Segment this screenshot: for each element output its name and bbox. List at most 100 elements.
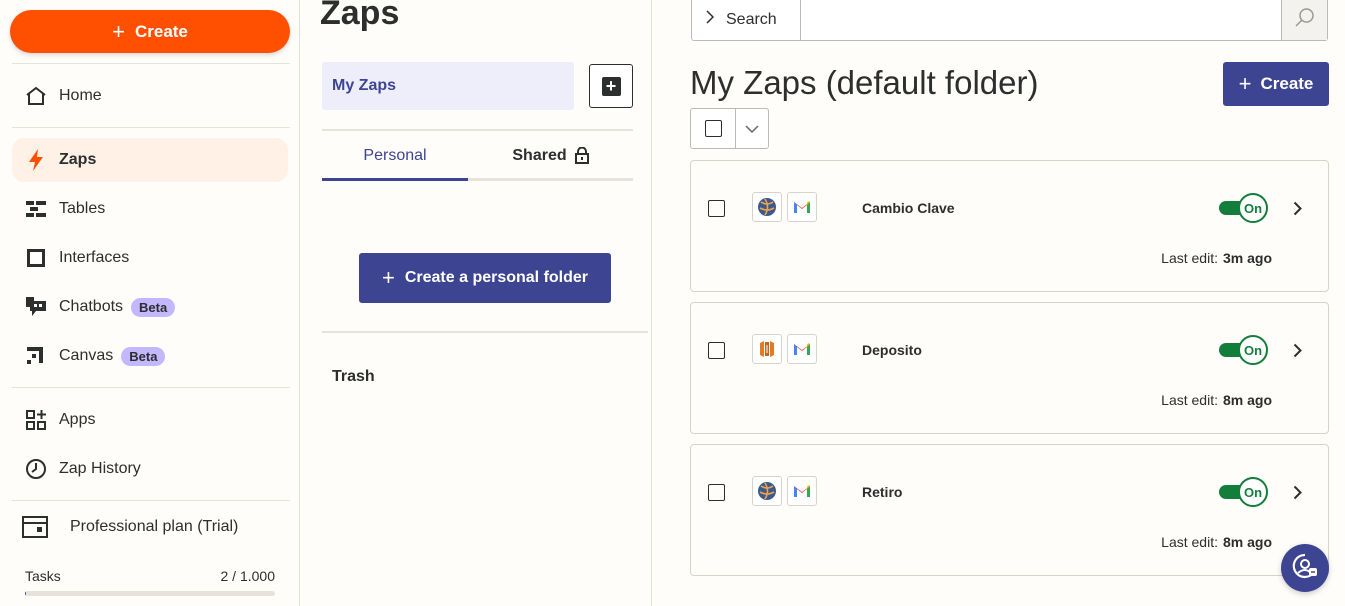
zap-card[interactable]: Retiro On Last edit: 8m ago xyxy=(690,444,1329,576)
last-edit: Last edit: 8m ago xyxy=(1161,534,1272,550)
divider xyxy=(12,500,290,501)
folder-title: My Zaps (default folder) xyxy=(690,64,1039,101)
checkbox-box xyxy=(704,120,722,137)
zap-checkbox[interactable] xyxy=(708,200,725,217)
zap-checkbox[interactable] xyxy=(708,484,725,501)
chevron-down-icon xyxy=(745,120,759,138)
zap-card[interactable]: Cambio Clave On Last edit: 3m ago xyxy=(690,160,1329,292)
add-folder-button[interactable]: + xyxy=(589,64,633,108)
folders-panel: Zaps My Zaps + Personal Shared + Create … xyxy=(300,0,652,606)
globe-app-icon xyxy=(752,192,782,222)
sidebar-item-label: Home xyxy=(59,87,102,104)
sidebar-create-button[interactable]: + Create xyxy=(10,10,290,53)
globe-app-icon xyxy=(752,476,782,506)
zap-card[interactable]: Deposito On Last edit: 8m ago xyxy=(690,302,1329,434)
lock-icon xyxy=(574,147,589,164)
chevron-right-icon[interactable] xyxy=(1287,480,1307,504)
plus-icon: + xyxy=(1238,71,1252,96)
help-chat-button[interactable] xyxy=(1281,544,1329,592)
home-icon xyxy=(24,84,48,108)
create-personal-folder-label: Create a personal folder xyxy=(404,269,589,286)
last-edit: Last edit: 3m ago xyxy=(1161,250,1272,266)
tab-shared[interactable]: Shared xyxy=(468,133,633,181)
sidebar-item-label: Tables xyxy=(59,200,106,217)
plus-icon: + xyxy=(381,265,395,290)
tab-personal[interactable]: Personal xyxy=(322,133,468,181)
zap-name[interactable]: Retiro xyxy=(862,484,902,500)
sidebar-item-apps[interactable]: Apps xyxy=(12,398,288,442)
chatbot-icon xyxy=(24,295,48,319)
gmail-icon xyxy=(787,334,817,364)
left-sidebar: + Create Home Zaps Tables Interfaces Cha… xyxy=(0,0,300,606)
tasks-value: 2 / 1.000 xyxy=(220,568,276,584)
gmail-icon xyxy=(787,476,817,506)
sidebar-item-label: Zap History xyxy=(59,460,141,477)
zap-name[interactable]: Deposito xyxy=(862,342,922,358)
toggle-knob: On xyxy=(1238,193,1268,223)
interfaces-icon xyxy=(24,246,48,270)
plus-square-icon: + xyxy=(601,76,621,96)
create-zap-label: Create xyxy=(1260,74,1314,93)
sidebar-item-zap-history[interactable]: Zap History xyxy=(12,447,288,491)
main-content: Search My Zaps (default folder) + Create xyxy=(652,0,1345,606)
tasks-label: Tasks xyxy=(25,568,61,584)
last-edit-label: Last edit: xyxy=(1161,250,1218,266)
bulk-actions-dropdown[interactable] xyxy=(736,109,768,148)
bulk-select xyxy=(690,108,769,149)
divider xyxy=(12,387,290,388)
sidebar-item-label: Interfaces xyxy=(59,249,130,266)
create-personal-folder-button[interactable]: + Create a personal folder xyxy=(359,253,611,303)
sidebar-item-canvas[interactable]: Canvas Beta xyxy=(12,334,288,378)
folder-my-zaps[interactable]: My Zaps xyxy=(322,62,574,110)
zap-name[interactable]: Cambio Clave xyxy=(862,200,955,216)
sidebar-item-zaps[interactable]: Zaps xyxy=(12,138,288,182)
search-bar: Search xyxy=(691,0,1328,41)
last-edit: Last edit: 8m ago xyxy=(1161,392,1272,408)
toggle-knob: On xyxy=(1238,477,1268,507)
plan-label: Professional plan (Trial) xyxy=(70,518,239,535)
zap-toggle[interactable]: On xyxy=(1219,477,1269,507)
search-input[interactable] xyxy=(801,0,1281,40)
tables-icon xyxy=(24,197,48,221)
tasks-usage: Tasks 2 / 1.000 xyxy=(25,568,275,584)
zap-checkbox[interactable] xyxy=(708,342,725,359)
sidebar-item-label: Apps xyxy=(59,411,96,428)
divider xyxy=(322,331,648,333)
divider xyxy=(12,63,290,64)
last-edit-value: 3m ago xyxy=(1222,250,1272,266)
history-icon xyxy=(24,457,48,481)
chevron-right-icon[interactable] xyxy=(1287,196,1307,220)
last-edit-label: Last edit: xyxy=(1161,392,1218,408)
plus-icon: + xyxy=(112,18,125,44)
gmail-icon xyxy=(787,192,817,222)
zap-toggle[interactable]: On xyxy=(1219,193,1269,223)
help-icon xyxy=(1292,553,1318,584)
tasks-progress-fill xyxy=(25,591,27,596)
sidebar-item-interfaces[interactable]: Interfaces xyxy=(12,236,288,280)
select-all-checkbox[interactable] xyxy=(691,109,736,148)
search-button[interactable] xyxy=(1281,0,1327,40)
divider xyxy=(12,127,290,128)
last-edit-value: 8m ago xyxy=(1222,392,1272,408)
folder-trash[interactable]: Trash xyxy=(332,368,375,386)
create-zap-button[interactable]: + Create xyxy=(1223,62,1329,106)
sidebar-item-chatbots[interactable]: Chatbots Beta xyxy=(12,285,288,329)
toggle-knob: On xyxy=(1238,335,1268,365)
last-edit-label: Last edit: xyxy=(1161,534,1218,550)
beta-badge: Beta xyxy=(121,346,166,366)
bolt-icon xyxy=(24,148,48,172)
chevron-right-icon[interactable] xyxy=(1287,338,1307,362)
search-scope-dropdown[interactable]: Search xyxy=(692,0,801,40)
sidebar-item-label: Canvas xyxy=(59,347,114,364)
search-scope-label: Search xyxy=(726,10,777,28)
divider xyxy=(322,129,633,131)
sidebar-item-home[interactable]: Home xyxy=(12,74,288,118)
page-title: Zaps xyxy=(320,0,400,32)
sidebar-item-label: Chatbots xyxy=(59,298,124,315)
last-edit-value: 8m ago xyxy=(1222,534,1272,550)
sidebar-item-tables[interactable]: Tables xyxy=(12,187,288,231)
plan-info[interactable]: Professional plan (Trial) xyxy=(22,515,238,539)
apps-icon xyxy=(24,408,48,432)
zap-toggle[interactable]: On xyxy=(1219,335,1269,365)
plan-icon xyxy=(22,515,48,539)
